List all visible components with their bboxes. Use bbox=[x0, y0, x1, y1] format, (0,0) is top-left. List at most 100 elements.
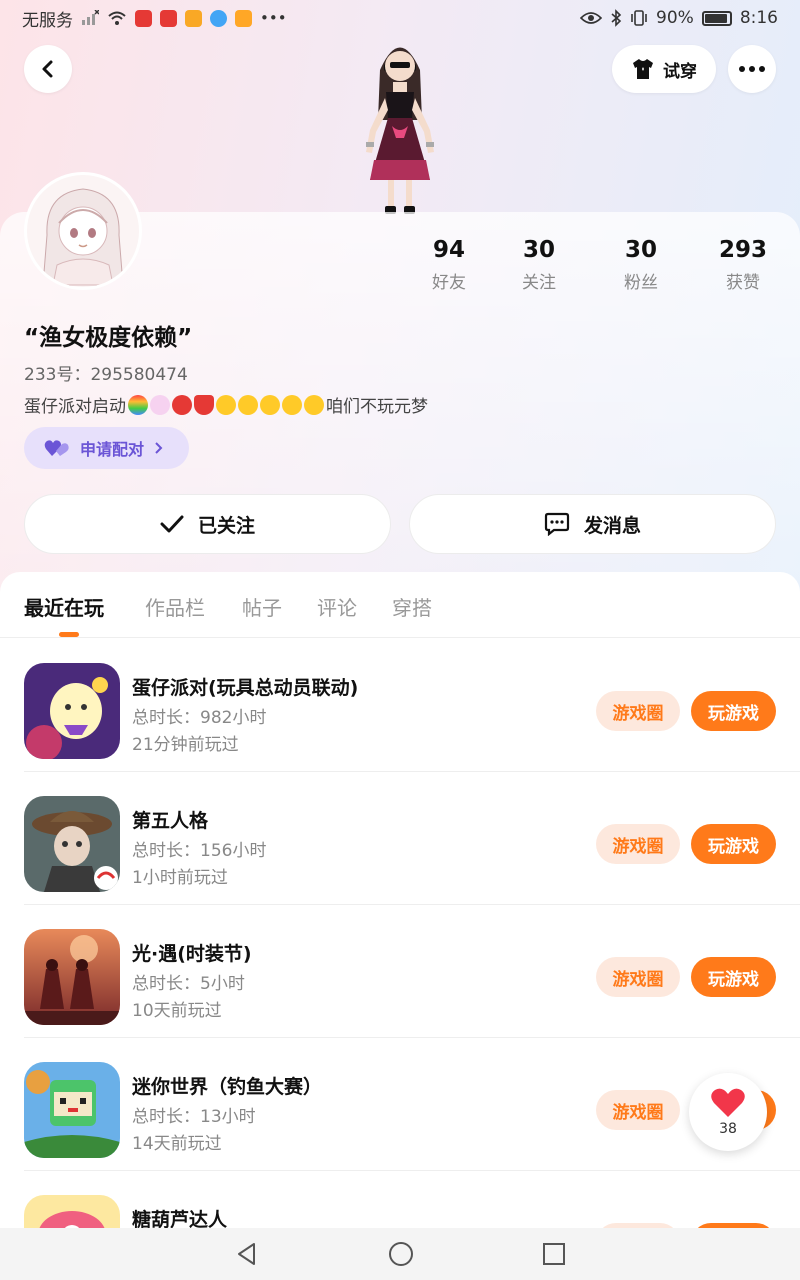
floating-like-button[interactable]: 38 bbox=[689, 1073, 767, 1151]
game-last-played: 10天前玩过 bbox=[132, 1001, 222, 1021]
game-duration: 总时长：13小时 bbox=[132, 1107, 256, 1127]
game-row[interactable]: 迷你世界（钓鱼大赛） 总时长：13小时 14天前玩过 游戏圈 玩游戏 bbox=[24, 1038, 800, 1171]
profile-nickname: “渔女极度依赖” bbox=[24, 325, 193, 351]
eggy-party-game-icon bbox=[24, 663, 120, 759]
tshirt-icon bbox=[633, 59, 653, 79]
tab-recently-played[interactable]: 最近在玩 bbox=[24, 592, 104, 621]
more-button[interactable] bbox=[728, 45, 776, 93]
bio-text-start: 蛋仔派对启动 bbox=[24, 397, 126, 417]
unicorn-emoji-icon bbox=[150, 394, 170, 415]
send-message-button[interactable]: 发消息 bbox=[409, 494, 776, 554]
app-notification-icon bbox=[135, 9, 152, 27]
stat-following-count: 30 bbox=[522, 237, 555, 263]
more-icon bbox=[739, 66, 765, 72]
game-meta: 总时长：982小时 21分钟前玩过 bbox=[132, 705, 266, 759]
chevron-right-icon bbox=[155, 442, 163, 454]
app-notification-icon bbox=[235, 9, 252, 27]
profile-bio: 蛋仔派对启动 咱们不玩元梦 bbox=[24, 392, 428, 417]
game-meta: 总时长：156小时 1小时前玩过 bbox=[132, 838, 266, 892]
game-title: 蛋仔派对(玩具总动员联动) bbox=[132, 677, 359, 699]
game-duration: 总时长：5小时 bbox=[132, 974, 245, 994]
profile-tabs: 最近在玩 作品栏 帖子 评论 穿搭 bbox=[0, 572, 800, 638]
tab-outfits[interactable]: 穿搭 bbox=[392, 592, 432, 621]
nav-back-icon[interactable] bbox=[234, 1241, 260, 1267]
heart-emoji-icon bbox=[194, 394, 214, 415]
stat-followers-count: 30 bbox=[624, 237, 657, 263]
tab-active-indicator bbox=[59, 632, 79, 637]
clock-time: 8:16 bbox=[739, 8, 778, 28]
game-title: 迷你世界（钓鱼大赛） bbox=[132, 1076, 323, 1098]
game-circle-button[interactable]: 游戏圈 bbox=[596, 1090, 680, 1130]
party-emoji-icon bbox=[304, 394, 324, 415]
send-message-label: 发消息 bbox=[583, 514, 641, 537]
stat-followers-label: 粉丝 bbox=[624, 273, 658, 293]
game-row[interactable]: 蛋仔派对(玩具总动员联动) 总时长：982小时 21分钟前玩过 游戏圈 玩游戏 bbox=[24, 639, 800, 772]
more-dots-icon: ••• bbox=[260, 9, 287, 27]
play-game-button[interactable]: 玩游戏 bbox=[691, 824, 776, 864]
double-heart-icon bbox=[44, 440, 69, 456]
game-title: 光·遇(时装节) bbox=[132, 943, 252, 965]
play-game-button[interactable]: 玩游戏 bbox=[691, 691, 776, 731]
tab-posts[interactable]: 帖子 bbox=[242, 592, 282, 621]
try-on-button[interactable]: 试穿 bbox=[612, 45, 716, 93]
battery-icon bbox=[701, 10, 732, 26]
followed-button[interactable]: 已关注 bbox=[24, 494, 391, 554]
rose-emoji-icon bbox=[172, 394, 192, 415]
game-meta: 总时长：5小时 10天前玩过 bbox=[132, 971, 245, 1025]
tab-comments[interactable]: 评论 bbox=[317, 592, 357, 621]
tab-works[interactable]: 作品栏 bbox=[145, 592, 205, 621]
app-notification-icon bbox=[160, 9, 177, 27]
apply-pair-button[interactable]: 申请配对 bbox=[24, 427, 189, 469]
system-nav-bar bbox=[0, 1228, 800, 1280]
signal-x-icon bbox=[82, 10, 99, 25]
play-game-button[interactable]: 玩游戏 bbox=[691, 957, 776, 997]
bio-text-end: 咱们不玩元梦 bbox=[326, 397, 428, 417]
stat-friends-label: 好友 bbox=[432, 273, 466, 293]
avatar-character-illustration[interactable] bbox=[330, 30, 470, 220]
profile-stats: 94 好友 30 关注 30 粉丝 293 获赞 bbox=[0, 236, 800, 296]
profile-user-id: 233号：295580474 bbox=[24, 365, 188, 385]
game-circle-button[interactable]: 游戏圈 bbox=[596, 957, 680, 997]
stat-following-label: 关注 bbox=[522, 273, 556, 293]
smile-emoji-icon bbox=[260, 394, 280, 415]
stat-friends-count: 94 bbox=[432, 237, 465, 263]
game-row[interactable]: 光·遇(时装节) 总时长：5小时 10天前玩过 游戏圈 玩游戏 bbox=[24, 905, 800, 1038]
carrier-text: 无服务 bbox=[22, 10, 73, 31]
wifi-icon bbox=[108, 11, 126, 25]
heart-icon bbox=[711, 1088, 745, 1117]
followed-label: 已关注 bbox=[197, 514, 255, 537]
game-last-played: 14天前玩过 bbox=[132, 1134, 222, 1154]
game-circle-button[interactable]: 游戏圈 bbox=[596, 691, 680, 731]
game-last-played: 1小时前玩过 bbox=[132, 868, 228, 888]
stat-followers[interactable]: 30 粉丝 bbox=[596, 236, 686, 293]
stat-likes[interactable]: 293 获赞 bbox=[698, 236, 788, 293]
game-row[interactable]: 第五人格 总时长：156小时 1小时前玩过 游戏圈 玩游戏 bbox=[24, 772, 800, 905]
kiss-emoji-icon bbox=[216, 394, 236, 415]
stat-likes-count: 293 bbox=[718, 237, 767, 263]
game-meta: 总时长：13小时 14天前玩过 bbox=[132, 1104, 256, 1158]
mini-world-game-icon bbox=[24, 1062, 120, 1158]
game-duration: 总时长：156小时 bbox=[132, 841, 267, 861]
sunglasses-emoji-icon bbox=[282, 394, 302, 415]
battery-percent: 90% bbox=[656, 8, 694, 28]
game-last-played: 21分钟前玩过 bbox=[132, 735, 239, 755]
sky-game-icon bbox=[24, 929, 120, 1025]
stat-friends[interactable]: 94 好友 bbox=[404, 236, 494, 293]
identity-v-game-icon bbox=[24, 796, 120, 892]
like-count: 38 bbox=[719, 1121, 737, 1137]
stat-following[interactable]: 30 关注 bbox=[494, 236, 584, 293]
bluetooth-icon bbox=[611, 9, 622, 27]
stat-likes-label: 获赞 bbox=[726, 273, 760, 293]
chat-bubble-icon bbox=[544, 512, 570, 536]
back-button[interactable] bbox=[24, 45, 72, 93]
app-notification-icon bbox=[210, 9, 227, 27]
game-circle-button[interactable]: 游戏圈 bbox=[596, 824, 680, 864]
nav-recents-icon[interactable] bbox=[542, 1242, 566, 1266]
nav-home-icon[interactable] bbox=[387, 1240, 415, 1268]
vibrate-icon bbox=[631, 10, 647, 26]
game-title: 第五人格 bbox=[132, 810, 209, 832]
apply-pair-label: 申请配对 bbox=[80, 440, 145, 459]
back-chevron-icon bbox=[42, 60, 53, 78]
eye-icon bbox=[580, 12, 603, 24]
rainbow-emoji-icon bbox=[128, 394, 148, 415]
